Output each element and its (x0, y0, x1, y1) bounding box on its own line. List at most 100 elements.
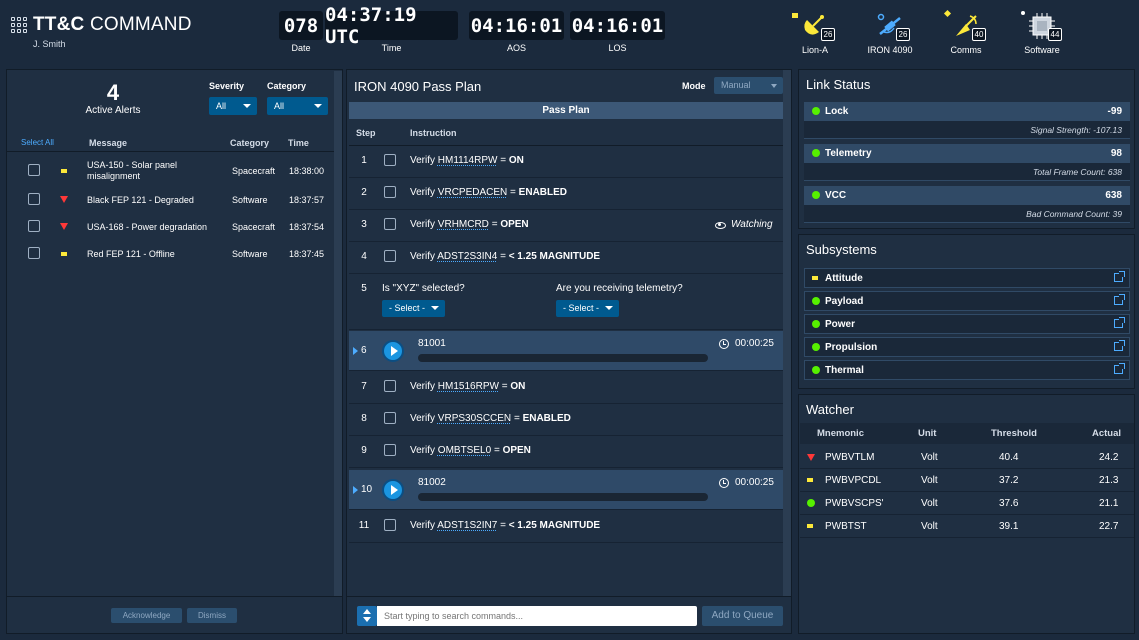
alert-row[interactable]: USA-150 - Solar panel misalignment Space… (7, 158, 334, 185)
add-to-queue-button[interactable]: Add to Queue (702, 606, 783, 626)
sort-icon[interactable] (357, 606, 377, 626)
question-1-select[interactable]: - Select - (382, 300, 445, 317)
step-number: 8 (361, 413, 367, 424)
alert-category: Software (232, 195, 268, 205)
mnemonic-link[interactable]: ADST1S2IN7 (437, 520, 497, 531)
step-number: 2 (361, 187, 367, 198)
step-instruction: Verify OMBTSEL0 = OPEN (410, 445, 531, 456)
expand-icon[interactable] (353, 486, 358, 494)
watcher-mnemonic: PWBVPCDL (825, 475, 882, 486)
monitor-comms[interactable]: 40 Comms (936, 8, 996, 58)
step-operator: = (500, 251, 506, 262)
alert-time: 18:38:00 (289, 166, 325, 176)
mnemonic-link[interactable]: OMBTSEL0 (438, 445, 491, 456)
command-search-input[interactable] (377, 606, 697, 626)
chevron-down-icon (431, 306, 439, 310)
select-all-link[interactable]: Select All (21, 138, 54, 147)
alert-message: Black FEP 121 - Degraded (87, 195, 194, 205)
play-icon[interactable] (382, 340, 404, 362)
alert-checkbox[interactable] (28, 220, 40, 232)
mnemonic-link[interactable]: VRHMCRD (438, 219, 489, 230)
external-link-icon[interactable] (1114, 363, 1125, 374)
step-checkbox[interactable] (384, 250, 396, 262)
step-checkbox[interactable] (384, 218, 396, 230)
alert-row[interactable]: USA-168 - Power degradation Spacecraft 1… (7, 215, 334, 242)
alert-checkbox[interactable] (28, 193, 40, 205)
link-name: Lock (825, 106, 849, 117)
mnemonic-link[interactable]: ADST2S3IN4 (437, 251, 497, 262)
severity-filter[interactable]: All (209, 97, 257, 115)
external-link-icon[interactable] (1114, 271, 1125, 282)
caution-icon (807, 478, 813, 482)
play-icon[interactable] (382, 479, 404, 501)
subsystem-propulsion[interactable]: Propulsion (804, 337, 1130, 357)
chevron-down-icon (771, 84, 777, 88)
mode-select[interactable]: Manual (714, 77, 783, 94)
watcher-row[interactable]: PWBVTLM Volt 40.4 24.2 (800, 446, 1134, 469)
alert-row[interactable]: Red FEP 121 - Offline Software 18:37:45 (7, 242, 334, 269)
step-checkbox[interactable] (384, 412, 396, 424)
question-2-select[interactable]: - Select - (556, 300, 619, 317)
column-time: Time (288, 138, 309, 148)
step-checkbox[interactable] (384, 154, 396, 166)
watcher-actual: 21.3 (1099, 475, 1119, 486)
step-instruction: Verify ADST2S3IN4 = < 1.25 MAGNITUDE (410, 251, 600, 262)
monitor-software[interactable]: 44 Software (1012, 8, 1072, 58)
watcher-row[interactable]: PWBVPCDL Volt 37.2 21.3 (800, 469, 1134, 492)
alert-row[interactable]: Black FEP 121 - Degraded Software 18:37:… (7, 188, 334, 215)
step-value: OPEN (500, 219, 529, 230)
procedure-name: 81002 (418, 477, 446, 488)
app-switcher-icon[interactable] (11, 17, 27, 33)
mnemonic-link[interactable]: VRPS30SCCEN (438, 413, 511, 424)
pass-plan-scrollbar[interactable] (783, 70, 791, 596)
step-operator: = (491, 219, 498, 230)
mnemonic-link[interactable]: VRCPEDACEN (438, 187, 507, 198)
monitor-iron-4090[interactable]: 26 IRON 4090 (860, 8, 920, 58)
subsystem-thermal[interactable]: Thermal (804, 360, 1130, 380)
alert-checkbox[interactable] (28, 164, 40, 176)
monitor-lion-a[interactable]: 26 Lion-A (785, 8, 845, 58)
pass-plan-section-title: Pass Plan (349, 102, 783, 119)
subsystem-payload[interactable]: Payload (804, 291, 1130, 311)
watcher-row[interactable]: PWBTST Volt 39.1 22.7 (800, 515, 1134, 538)
category-filter-value: All (274, 101, 285, 111)
watcher-actual: 22.7 (1099, 521, 1119, 532)
app-title: TT&C COMMAND (33, 14, 192, 35)
external-link-icon[interactable] (1114, 317, 1125, 328)
alerts-scrollbar[interactable] (334, 71, 342, 596)
step-row-2: 2 Verify VRCPEDACEN = ENABLED (349, 178, 783, 210)
mnemonic-link[interactable]: HM1516RPW (438, 381, 499, 392)
caution-icon (812, 276, 818, 280)
user-name[interactable]: J. Smith (33, 39, 66, 49)
acknowledge-button[interactable]: Acknowledge (111, 608, 182, 623)
step-checkbox[interactable] (384, 186, 396, 198)
step-number: 11 (358, 520, 370, 531)
step-checkbox[interactable] (384, 380, 396, 392)
expand-icon[interactable] (353, 347, 358, 355)
alert-checkbox[interactable] (28, 247, 40, 259)
watcher-row[interactable]: PWBVSCPS' Volt 37.6 21.1 (800, 492, 1134, 515)
step-verb: Verify (410, 187, 436, 198)
step-checkbox[interactable] (384, 444, 396, 456)
monitor-label: IRON 4090 (867, 45, 913, 55)
step-verb: Verify (410, 381, 436, 392)
status-normal-icon (812, 366, 820, 374)
clock-icon (719, 339, 729, 349)
watcher-threshold: 37.6 (999, 498, 1019, 509)
step-number: 3 (361, 219, 367, 230)
subsystem-power[interactable]: Power (804, 314, 1130, 334)
category-filter[interactable]: All (267, 97, 328, 115)
mnemonic-link[interactable]: HM1114RPW (438, 155, 498, 166)
chevron-down-icon (605, 306, 613, 310)
status-normal-icon (807, 499, 815, 507)
step-checkbox[interactable] (384, 519, 396, 531)
step-verb: Verify (410, 219, 436, 230)
watcher-unit: Volt (921, 521, 938, 532)
step-operator: = (510, 187, 516, 198)
external-link-icon[interactable] (1114, 340, 1125, 351)
watcher-threshold: 40.4 (999, 452, 1019, 463)
external-link-icon[interactable] (1114, 294, 1125, 305)
subsystem-attitude[interactable]: Attitude (804, 268, 1130, 288)
dismiss-button[interactable]: Dismiss (187, 608, 237, 623)
link-detail: Total Frame Count: 638 (1033, 167, 1122, 177)
